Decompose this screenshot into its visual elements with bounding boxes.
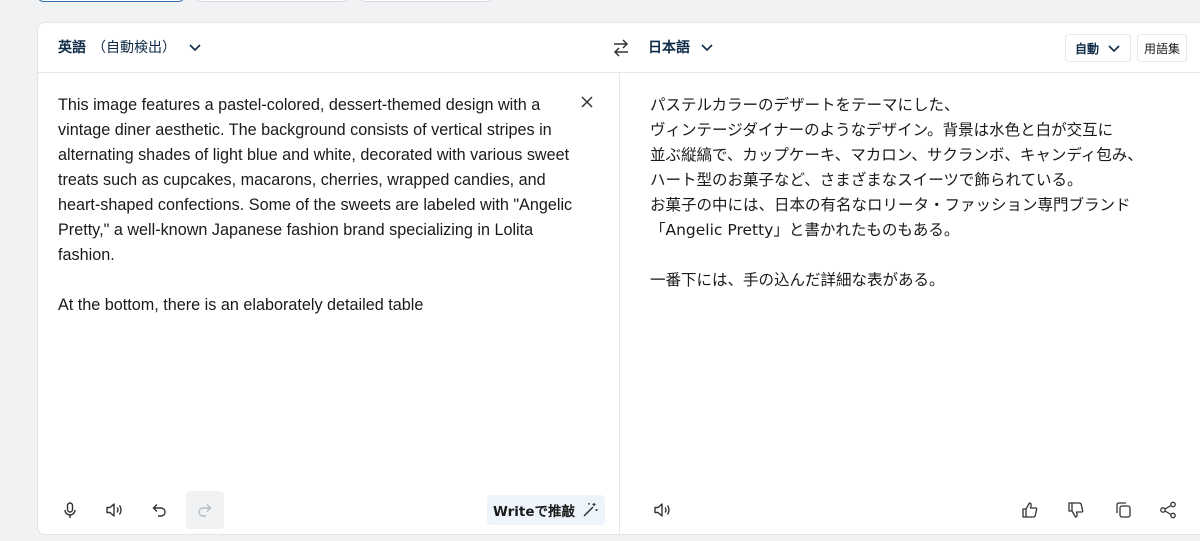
thumbs-down-icon: [1068, 502, 1084, 518]
translator-card: 英語 （自動検出） 日本語 自動 用語集 This image features…: [37, 22, 1200, 536]
target-speaker-button[interactable]: [643, 491, 681, 529]
redo-icon: [198, 504, 212, 517]
glossary-button[interactable]: 用語集: [1137, 34, 1187, 62]
copy-button[interactable]: [1104, 491, 1142, 529]
write-refine-label: Writeで推敲: [492, 504, 576, 520]
share-icon: [1160, 501, 1176, 519]
top-tab-3[interactable]: [358, 0, 494, 2]
formality-dropdown[interactable]: 自動: [1065, 34, 1131, 62]
chevron-down-icon: [189, 44, 201, 52]
thumbs-down-button[interactable]: [1057, 491, 1095, 529]
swap-icon[interactable]: [610, 37, 632, 59]
copy-icon: [1116, 502, 1131, 518]
target-text-output: パステルカラーのデザートをテーマにした、 ヴィンテージダイナーのようなデザイン。…: [650, 96, 1143, 289]
source-text-input[interactable]: This image features a pastel-colored, de…: [58, 93, 578, 318]
speaker-icon: [654, 503, 670, 517]
magic-wand-icon: [583, 503, 598, 517]
source-speaker-button[interactable]: [95, 491, 133, 529]
close-icon[interactable]: [578, 93, 596, 111]
undo-icon: [152, 504, 166, 517]
target-language-label: 日本語: [648, 40, 690, 56]
language-bar: 英語 （自動検出） 日本語 自動 用語集: [38, 23, 1200, 73]
source-language-selector[interactable]: 英語 （自動検出）: [58, 37, 202, 57]
redo-button[interactable]: [186, 491, 224, 529]
chevron-down-icon: [701, 44, 713, 52]
top-tab-1[interactable]: [36, 0, 186, 2]
speaker-icon: [106, 503, 122, 517]
formality-label: 自動: [1074, 41, 1099, 56]
panel-divider: [619, 73, 620, 536]
target-language-selector[interactable]: 日本語: [648, 37, 714, 57]
undo-button[interactable]: [140, 491, 178, 529]
share-button[interactable]: [1149, 491, 1187, 529]
thumbs-up-button[interactable]: [1011, 491, 1049, 529]
microphone-button[interactable]: [51, 491, 89, 529]
write-refine-button[interactable]: Writeで推敲: [487, 495, 605, 525]
source-language-label: 英語: [58, 40, 86, 56]
auto-detect-label: （自動検出）: [92, 40, 176, 56]
chevron-down-icon: [1108, 45, 1120, 53]
top-tab-2[interactable]: [194, 0, 350, 2]
microphone-icon: [64, 502, 76, 518]
thumbs-up-icon: [1022, 502, 1038, 518]
